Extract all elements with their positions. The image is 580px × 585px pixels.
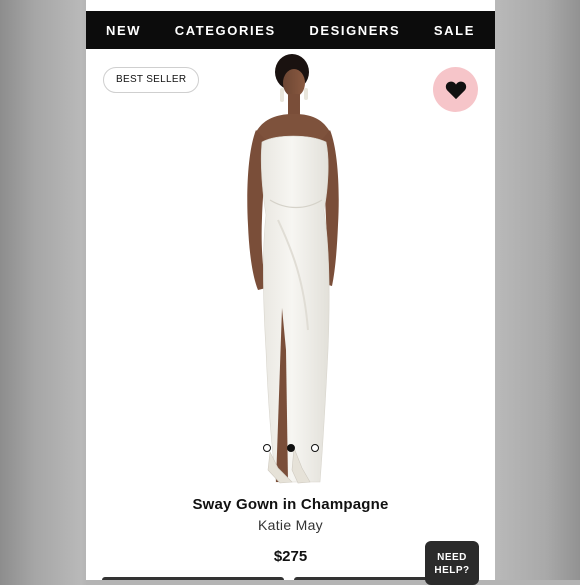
need-help-line1: NEED — [437, 552, 467, 563]
nav-item-sale[interactable]: SALE — [434, 23, 475, 38]
product-page: NEW CATEGORIES DESIGNERS SALE BEST SELLE… — [86, 0, 495, 580]
product-brand[interactable]: Katie May — [86, 517, 495, 533]
nav-item-new[interactable]: NEW — [106, 23, 141, 38]
need-help-button[interactable]: NEED HELP? — [425, 541, 479, 585]
nav-item-categories[interactable]: CATEGORIES — [175, 23, 276, 38]
top-navigation: NEW CATEGORIES DESIGNERS SALE — [86, 11, 495, 49]
favorite-button[interactable] — [433, 67, 478, 112]
carousel-dot-active[interactable] — [286, 444, 295, 452]
background-right — [495, 0, 580, 580]
need-help-line2: HELP? — [434, 565, 470, 576]
carousel-dot[interactable] — [310, 444, 319, 452]
product-title: Sway Gown in Champagne — [192, 496, 389, 513]
nav-item-designers[interactable]: DESIGNERS — [309, 23, 400, 38]
best-seller-badge: BEST SELLER — [103, 67, 200, 93]
product-image[interactable] — [206, 50, 376, 485]
heart-icon — [445, 81, 466, 99]
carousel-dot[interactable] — [262, 444, 271, 452]
carousel-indicators — [86, 444, 495, 452]
